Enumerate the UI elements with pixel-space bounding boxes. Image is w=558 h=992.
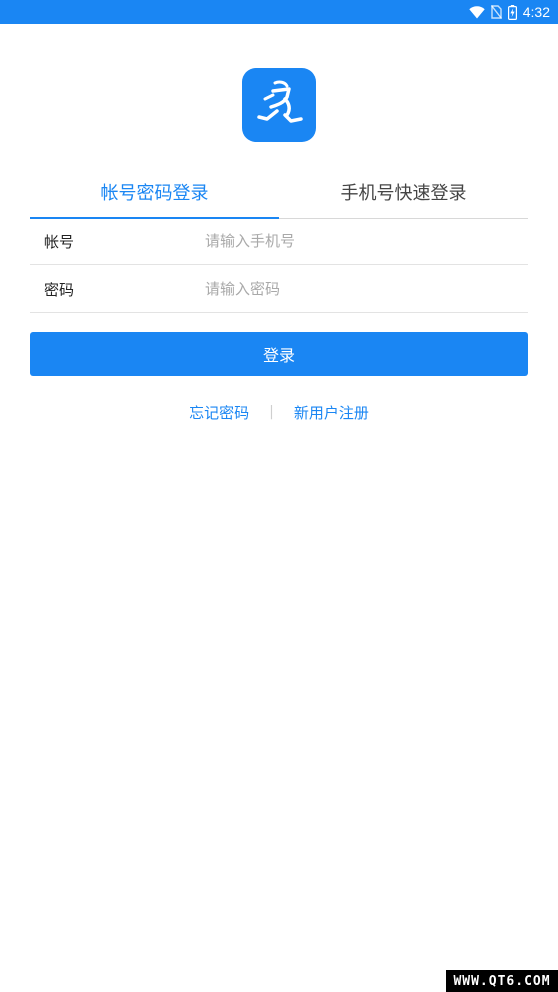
watermark: WWW.QT6.COM — [446, 970, 558, 992]
running-courier-icon — [257, 80, 303, 123]
account-input[interactable] — [205, 221, 528, 261]
password-label: 密码 — [44, 280, 75, 299]
tab-account-password[interactable]: 帐号密码登录 — [30, 166, 279, 219]
app-logo — [242, 68, 316, 142]
password-row: 密码 — [30, 266, 528, 313]
wifi-icon — [469, 5, 485, 19]
account-label: 帐号 — [44, 232, 75, 251]
login-tabs: 帐号密码登录 手机号快速登录 — [30, 166, 528, 219]
status-time: 4:32 — [522, 4, 550, 20]
battery-charging-icon — [507, 4, 517, 20]
links-divider: | — [269, 404, 274, 420]
password-input[interactable] — [205, 269, 528, 309]
tab-phone-quick[interactable]: 手机号快速登录 — [279, 166, 528, 218]
account-row: 帐号 — [30, 218, 528, 265]
no-sim-icon — [490, 5, 502, 19]
login-button[interactable]: 登录 — [30, 332, 528, 376]
forgot-password-link[interactable]: 忘记密码 — [189, 402, 249, 423]
auth-links: 忘记密码 | 新用户注册 — [0, 400, 558, 424]
status-bar: 4:32 — [0, 0, 558, 24]
register-link[interactable]: 新用户注册 — [294, 402, 369, 423]
